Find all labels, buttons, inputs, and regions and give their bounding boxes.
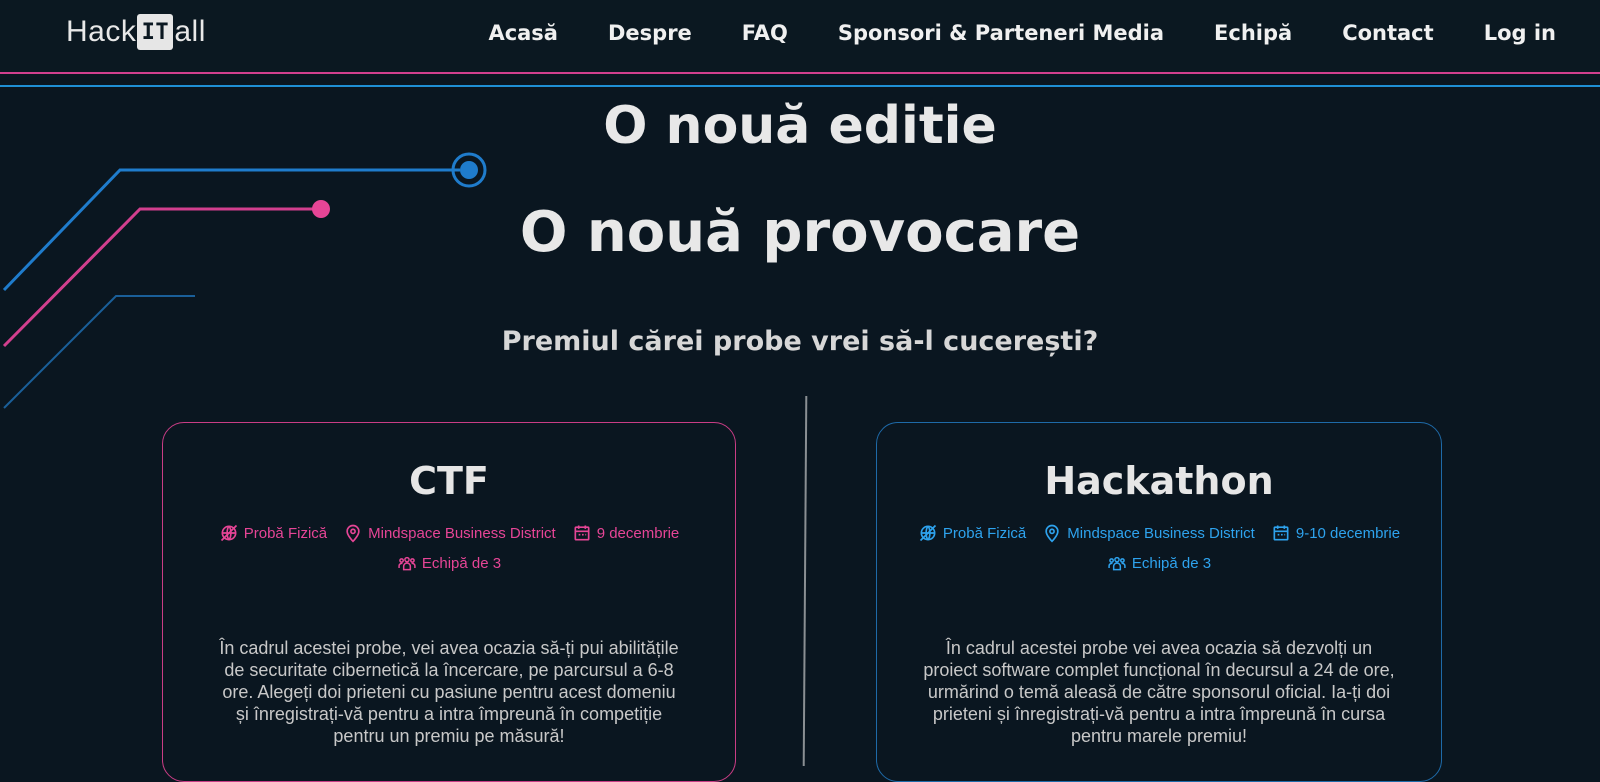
no-remote-icon bbox=[220, 524, 237, 542]
meta-location-label: Mindspace Business District bbox=[1067, 524, 1255, 542]
logo-it-box: IT bbox=[137, 14, 174, 50]
hackathon-card[interactable]: Hackathon Probă Fizică Mindspace Busines… bbox=[876, 422, 1442, 782]
card-meta-row-2: Echipă de 3 bbox=[163, 553, 735, 573]
card-description: În cadrul acestei probe, vei avea ocazia… bbox=[219, 638, 679, 746]
card-meta-row: Probă Fizică Mindspace Business District… bbox=[163, 523, 735, 543]
hero-subtitle: Premiul cărei probe vrei să-l cucerești? bbox=[501, 326, 1099, 357]
logo-text-right: all bbox=[174, 15, 206, 48]
meta-location: Mindspace Business District bbox=[1042, 523, 1255, 543]
ctf-card[interactable]: CTF Probă Fizică Mindspace Business Dist… bbox=[162, 422, 736, 782]
meta-type: Probă Fizică bbox=[918, 523, 1026, 543]
meta-type-label: Probă Fizică bbox=[243, 524, 328, 542]
meta-team-label: Echipă de 3 bbox=[421, 554, 502, 572]
nav-link-sponsors[interactable]: Sponsori & Parteneri Media bbox=[838, 21, 1164, 45]
meta-date: 9 decembrie bbox=[572, 523, 680, 543]
meta-team-label: Echipă de 3 bbox=[1131, 554, 1212, 572]
circuit-decoration bbox=[2, 152, 487, 409]
card-meta-row: Probă Fizică Mindspace Business District… bbox=[877, 523, 1441, 543]
top-navbar: Hack IT all Acasă Despre FAQ Sponsori & … bbox=[0, 0, 1600, 72]
card-description: În cadrul acestei probe vei avea ocazia … bbox=[923, 638, 1395, 746]
logo-text-left: Hack bbox=[66, 15, 137, 48]
nav-divider-blue bbox=[0, 85, 1600, 87]
nav-link-login[interactable]: Log in bbox=[1484, 21, 1556, 45]
meta-team: Echipă de 3 bbox=[397, 553, 501, 573]
site-logo[interactable]: Hack IT all bbox=[66, 14, 206, 50]
nav-links: Acasă Despre FAQ Sponsori & Parteneri Me… bbox=[488, 0, 1556, 66]
team-icon bbox=[1108, 556, 1126, 571]
calendar-icon bbox=[574, 525, 590, 541]
hero-title-challenge: O nouă provocare bbox=[519, 200, 1081, 265]
meta-type: Probă Fizică bbox=[219, 523, 327, 543]
cards-divider bbox=[802, 395, 808, 767]
nav-link-contact[interactable]: Contact bbox=[1342, 21, 1434, 45]
location-pin-icon bbox=[346, 524, 360, 543]
nav-link-team[interactable]: Echipă bbox=[1214, 21, 1292, 45]
nav-link-about[interactable]: Despre bbox=[608, 21, 692, 45]
meta-date: 9-10 decembrie bbox=[1271, 523, 1400, 543]
meta-date-label: 9 decembrie bbox=[596, 524, 680, 542]
team-icon bbox=[398, 556, 416, 571]
meta-team: Echipă de 3 bbox=[1107, 553, 1211, 573]
nav-divider-pink bbox=[0, 72, 1600, 74]
card-title: CTF bbox=[409, 459, 489, 503]
card-title: Hackathon bbox=[1044, 459, 1274, 503]
calendar-icon bbox=[1273, 525, 1289, 541]
nav-link-faq[interactable]: FAQ bbox=[742, 21, 788, 45]
card-meta-row-2: Echipă de 3 bbox=[877, 553, 1441, 573]
meta-type-label: Probă Fizică bbox=[942, 524, 1027, 542]
meta-location-label: Mindspace Business District bbox=[368, 524, 556, 542]
meta-date-label: 9-10 decembrie bbox=[1295, 524, 1401, 542]
nav-link-home[interactable]: Acasă bbox=[488, 21, 558, 45]
hero-title-edition: O nouă editie bbox=[603, 96, 997, 156]
no-remote-icon bbox=[919, 524, 936, 542]
location-pin-icon bbox=[1045, 524, 1059, 543]
meta-location: Mindspace Business District bbox=[343, 523, 556, 543]
